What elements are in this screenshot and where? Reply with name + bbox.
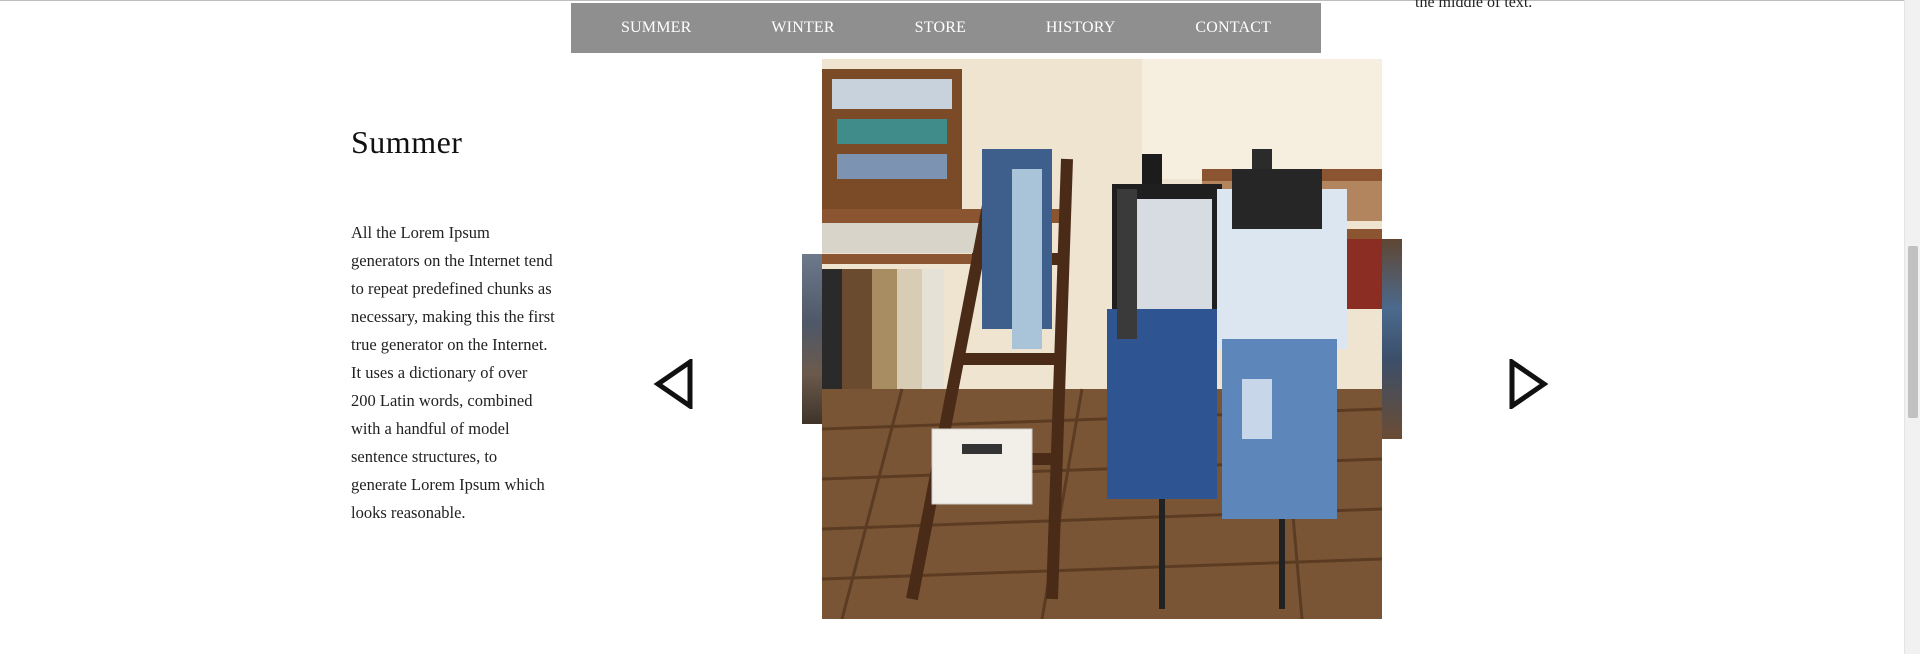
top-border [0,0,1904,1]
slide-preview-right[interactable] [1380,239,1402,439]
scrollbar-thumb[interactable] [1908,246,1918,418]
nav-item-history[interactable]: HISTORY [1036,11,1126,45]
store-interior-image [822,59,1382,619]
nav-item-summer[interactable]: SUMMER [611,11,702,45]
partial-text-top-right: the middle of text. [1415,0,1533,11]
slider-prev-button[interactable] [652,357,696,411]
triangle-left-outline-icon [653,357,693,411]
section-title: Summer [351,124,463,160]
slider-main-image [822,59,1382,619]
page-scrollbar[interactable] [1904,0,1920,654]
nav-item-store[interactable]: STORE [905,11,976,45]
triangle-right-outline-icon [1509,357,1549,411]
main-nav: SUMMER WINTER STORE HISTORY CONTACT [571,3,1321,53]
slider-next-button[interactable] [1506,357,1550,411]
nav-item-contact[interactable]: CONTACT [1185,11,1281,45]
section-description: All the Lorem Ipsum generators on the In… [351,223,555,522]
nav-item-winter[interactable]: WINTER [761,11,844,45]
slide-preview-left[interactable] [802,254,822,424]
